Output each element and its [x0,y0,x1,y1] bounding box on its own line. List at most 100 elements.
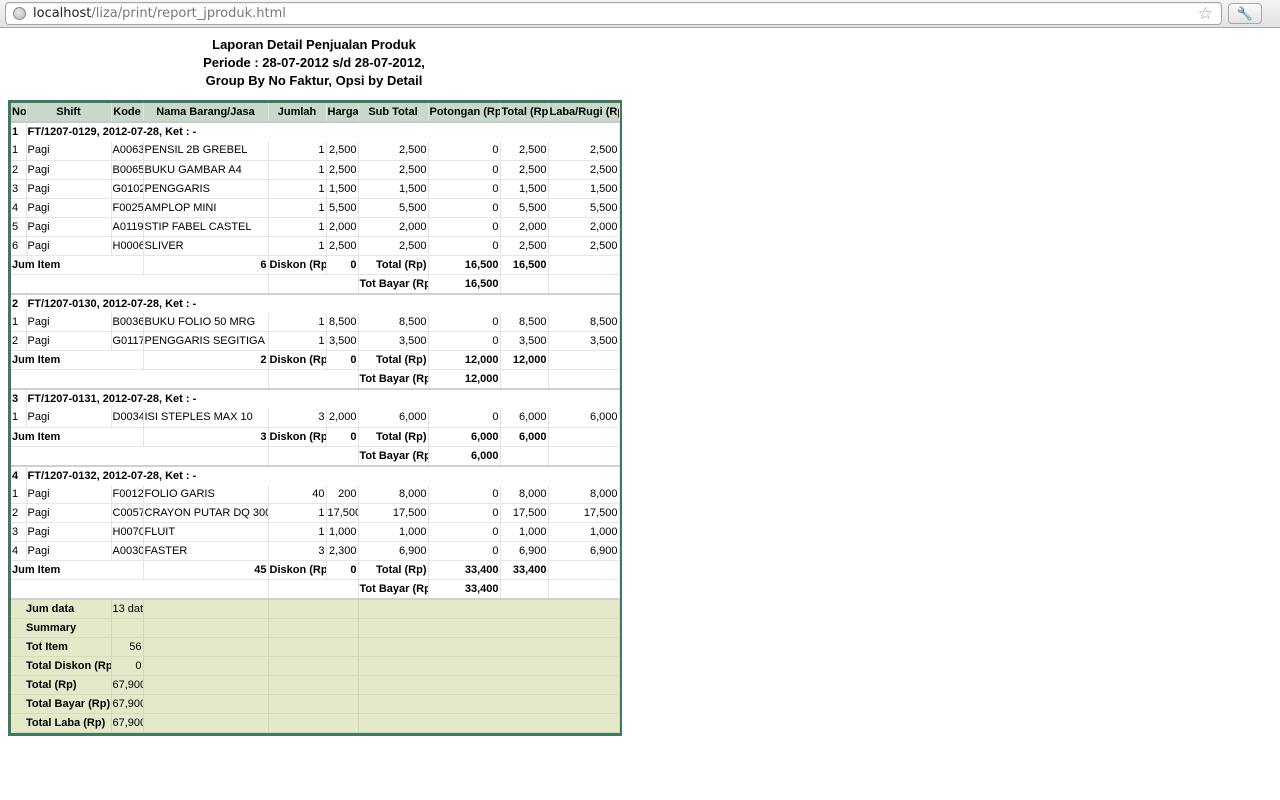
jum-item-label: Jum Item [11,350,144,370]
item-harga: 1,000 [326,522,359,542]
item-laba: 2,500 [548,160,620,180]
empty-cell [268,637,359,657]
table-row: 6 Pagi H0006 SLIVER 1 2,500 2,500 0 2,500 2,500 [11,236,620,256]
item-total: 8,000 [500,484,549,504]
item-harga: 2,000 [326,408,359,428]
empty-cell [548,579,620,600]
item-harga: 5,500 [326,198,359,218]
item-kode: F0025 [111,198,144,218]
item-kode: G0117 [111,331,144,351]
diskon-value: 0 [326,427,359,447]
item-jumlah: 1 [268,331,327,351]
item-total: 3,500 [500,331,549,351]
item-laba: 2,500 [548,141,620,161]
item-subtotal: 2,000 [358,217,429,237]
empty-cell [358,694,620,714]
item-potongan: 0 [428,541,501,561]
item-kode: B0065 [111,160,144,180]
empty-cell [268,656,359,676]
address-bar[interactable]: localhost/liza/print/report_jproduk.html… [5,2,1222,25]
invoice-group-header: 1 FT/1207-0129, 2012-07-28, Ket : - [11,121,620,141]
item-potongan: 0 [428,217,501,237]
item-shift: Pagi [26,141,112,161]
item-no: 1 [11,312,27,332]
item-shift: Pagi [26,312,112,332]
item-subtotal: 1,000 [358,522,429,542]
item-laba: 2,500 [548,236,620,256]
item-subtotal: 5,500 [358,198,429,218]
tot-bayar-label: Tot Bayar (Rp) [358,274,429,295]
table-row: 1 Pagi B0036 BUKU FOLIO 50 MRG 1 8,500 8,500 0 8… [11,312,620,332]
tot-bayar-value: 33,400 [428,579,501,600]
summary-value: 56 [111,637,144,657]
item-subtotal: 1,500 [358,179,429,199]
item-kode: H0070 [111,522,144,542]
item-total: 2,500 [500,141,549,161]
jum-item-value: 3 [143,427,269,447]
url-text[interactable]: localhost/liza/print/report_jproduk.html [33,6,286,22]
item-jumlah: 1 [268,503,327,523]
item-potongan: 0 [428,198,501,218]
empty-cell [143,599,269,619]
empty-cell [358,675,620,695]
item-total: 2,500 [500,160,549,180]
empty-cell [268,694,359,714]
star-icon[interactable]: ☆ [1198,4,1213,24]
item-shift: Pagi [26,541,112,561]
empty-cell [548,560,620,580]
item-subtotal: 2,500 [358,141,429,161]
item-subtotal: 2,500 [358,160,429,180]
item-laba: 5,500 [548,198,620,218]
column-header: Potongan (Rp) [428,103,501,123]
item-laba: 2,000 [548,217,620,237]
item-harga: 200 [326,484,359,504]
column-header: Shift [26,103,112,123]
item-jumlah: 1 [268,160,327,180]
tot-bayar-value: 6,000 [428,446,501,467]
item-harga: 17,500 [326,503,359,523]
empty-cell [358,656,620,676]
empty-cell [548,369,620,390]
group-number: 1 [11,121,27,141]
item-laba: 8,000 [548,484,620,504]
item-jumlah: 1 [268,522,327,542]
empty-cell [358,637,620,657]
table-row: 4 Pagi F0025 AMPLOP MINI 1 5,500 5,500 0 5,500 5,… [11,198,620,218]
item-jumlah: 1 [268,141,327,161]
item-laba: 6,000 [548,408,620,428]
item-total: 1,500 [500,179,549,199]
table-row: 5 Pagi A0119 STIP FABEL CASTEL 1 2,000 2,000 0 2… [11,217,620,237]
summary-label: Summary [11,618,112,638]
diskon-value: 0 [326,350,359,370]
empty-cell [268,369,359,390]
browser-toolbar: localhost/liza/print/report_jproduk.html… [0,0,1280,28]
summary-label: Tot Item [11,637,112,657]
item-potongan: 0 [428,179,501,199]
summary-value: 67,900 [111,675,144,695]
group-jum-item-row: Jum Item 2 Diskon (Rp) 0 Total (Rp) 12,000 12,… [11,350,620,370]
item-nama: SLIVER [143,236,269,256]
empty-cell [500,446,549,467]
item-subtotal: 8,000 [358,484,429,504]
summary-value [111,618,144,638]
invoice-group-header: 4 FT/1207-0132, 2012-07-28, Ket : - [11,464,620,485]
total-potongan-value: 16,500 [428,255,501,275]
item-total: 6,000 [500,408,549,428]
empty-cell [143,656,269,676]
item-jumlah: 1 [268,236,327,256]
invoice-header-text: FT/1207-0129, 2012-07-28, Ket : - [26,121,620,141]
item-no: 3 [11,179,27,199]
group-jum-item-row: Jum Item 3 Diskon (Rp) 0 Total (Rp) 6,000 6,00… [11,427,620,447]
url-path: /liza/print/report_jproduk.html [91,6,286,21]
tot-bayar-label: Tot Bayar (Rp) [358,369,429,390]
table-row: 2 Pagi G0117 PENGGARIS SEGITIGA 6 1 3,500 3,50… [11,331,620,351]
group-tot-bayar-row: Tot Bayar (Rp) 33,400 [11,579,620,600]
total-potongan-value: 6,000 [428,427,501,447]
table-row: 3 Pagi G0102 PENGGARIS 1 1,500 1,500 0 1,500 1,50… [11,179,620,199]
report-title: Laporan Detail Penjualan Produk [212,37,416,52]
total-label: Total (Rp) [358,560,429,580]
column-header: Kode [111,103,144,123]
item-potongan: 0 [428,503,501,523]
wrench-icon[interactable]: 🔧 [1228,3,1262,24]
invoice-group-header: 3 FT/1207-0131, 2012-07-28, Ket : - [11,388,620,408]
